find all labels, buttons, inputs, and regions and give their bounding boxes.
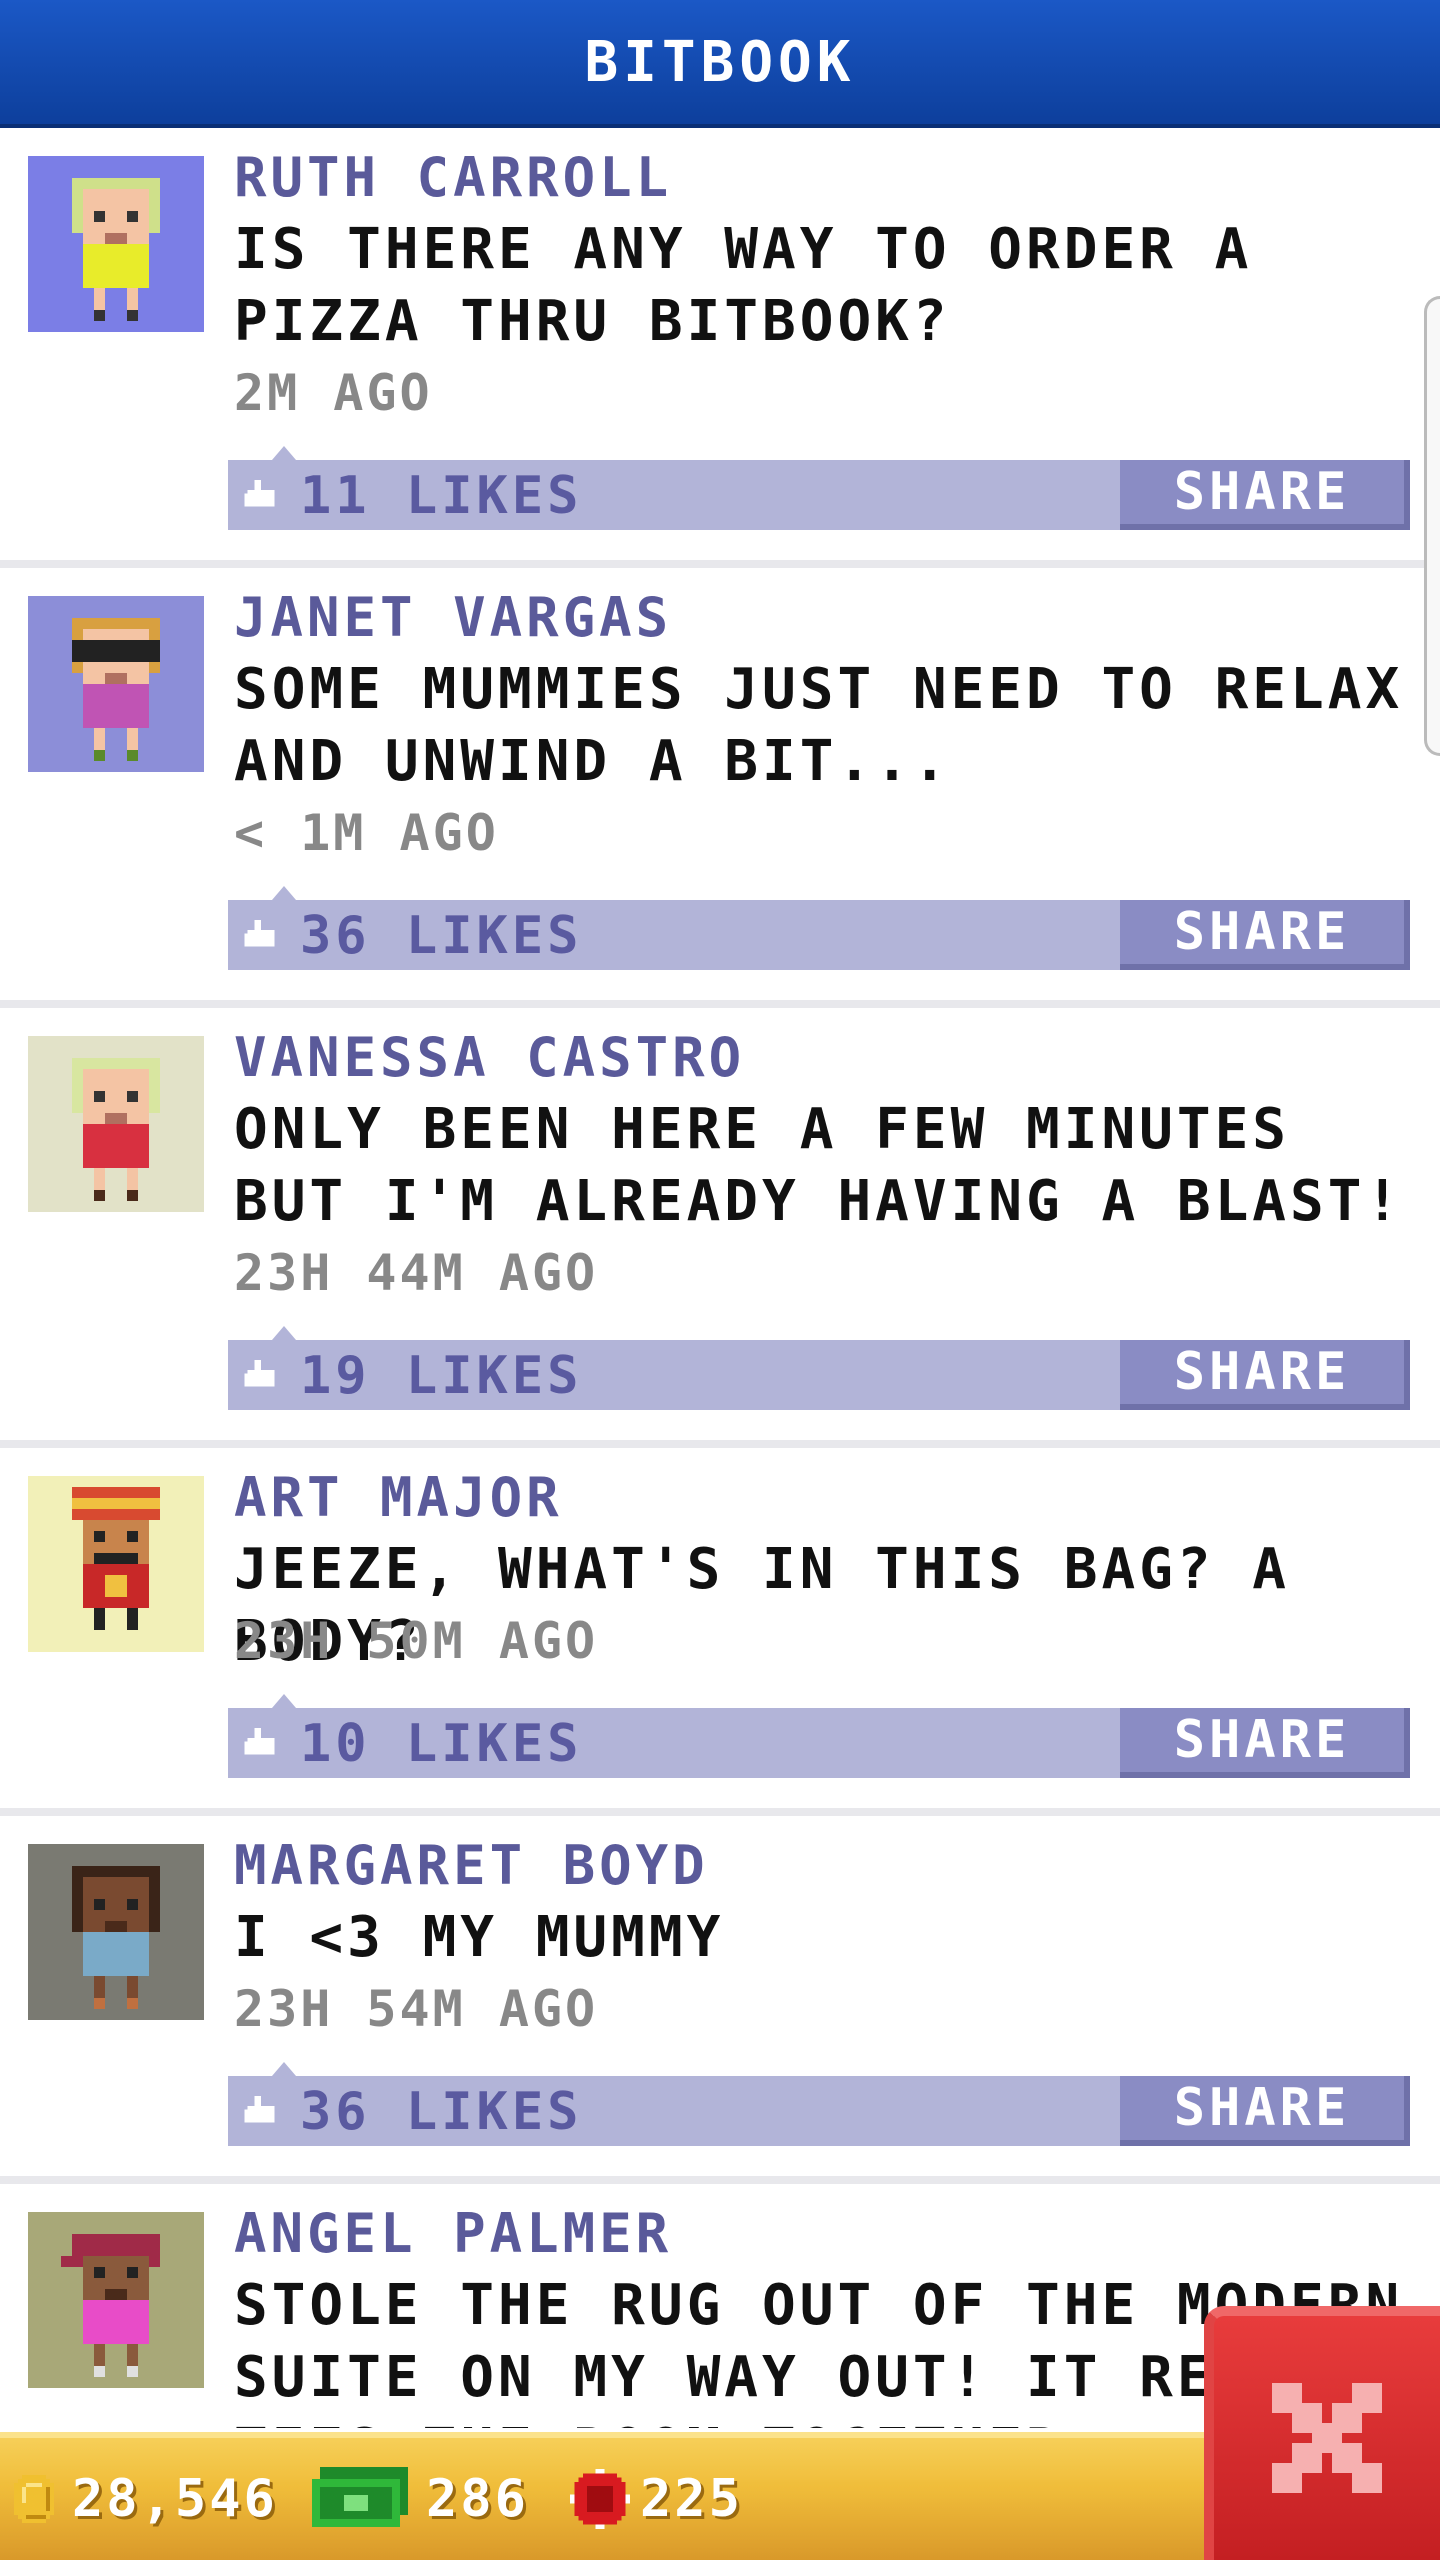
like-count: 10 LIKES: [300, 1714, 583, 1774]
bux-count: 286: [426, 2469, 529, 2529]
post-item: VANESSA CASTRO ONLY BEEN HERE A FEW MINU…: [0, 1008, 1440, 1448]
post-author[interactable]: MARGARET BOYD: [234, 1834, 709, 1897]
coins-stat: 28,546: [6, 2438, 278, 2560]
avatar[interactable]: [28, 1036, 204, 1212]
bux-icon: [312, 2467, 408, 2527]
app-title: BITBOOK: [584, 29, 856, 95]
post-time: 23H 44M AGO: [234, 1244, 599, 1302]
share-button[interactable]: SHARE: [1120, 460, 1410, 530]
post-item: ART MAJOR JEEZE, WHAT'S IN THIS BAG? A B…: [0, 1448, 1440, 1816]
post-author[interactable]: ART MAJOR: [234, 1466, 563, 1529]
like-bar: 19 LIKES SHARE: [228, 1326, 1410, 1410]
avatar[interactable]: [28, 2212, 204, 2388]
post-time: < 1M AGO: [234, 804, 499, 862]
thumbs-up-icon[interactable]: [244, 1360, 278, 1390]
thumbs-up-icon[interactable]: [244, 480, 278, 510]
thumbs-up-icon[interactable]: [244, 1728, 278, 1758]
post-time: 23H 50M AGO: [234, 1612, 599, 1670]
coin-icon: [14, 2475, 54, 2523]
share-button[interactable]: SHARE: [1120, 1708, 1410, 1778]
post-message: SOME MUMMIES JUST NEED TO RELAX AND UNWI…: [234, 657, 1404, 794]
post-item: JANET VARGAS SOME MUMMIES JUST NEED TO R…: [0, 568, 1440, 1008]
like-bar: 36 LIKES SHARE: [228, 2062, 1410, 2146]
scrollbar[interactable]: [1424, 296, 1440, 756]
share-button[interactable]: SHARE: [1120, 900, 1410, 970]
post-item: MARGARET BOYD I <3 MY MUMMY 23H 54M AGO …: [0, 1816, 1440, 2184]
avatar[interactable]: [28, 1476, 204, 1652]
like-bar: 11 LIKES SHARE: [228, 446, 1410, 530]
share-button[interactable]: SHARE: [1120, 1340, 1410, 1410]
like-bar: 36 LIKES SHARE: [228, 886, 1410, 970]
post-author[interactable]: ANGEL PALMER: [234, 2202, 672, 2265]
like-count: 36 LIKES: [300, 2082, 583, 2142]
like-bar: 10 LIKES SHARE: [228, 1694, 1410, 1778]
share-button[interactable]: SHARE: [1120, 2076, 1410, 2146]
avatar[interactable]: [28, 156, 204, 332]
post-message: I <3 MY MUMMY: [234, 1905, 725, 1970]
like-count: 11 LIKES: [300, 466, 583, 526]
tickets-count: 225: [640, 2469, 743, 2529]
post-item: RUTH CARROLL IS THERE ANY WAY TO ORDER A…: [0, 128, 1440, 568]
post-author[interactable]: RUTH CARROLL: [234, 146, 672, 209]
post-author[interactable]: VANESSA CASTRO: [234, 1026, 745, 1089]
close-icon: [1272, 2383, 1382, 2493]
tickets-stat: 225: [570, 2438, 743, 2560]
like-count: 36 LIKES: [300, 906, 583, 966]
ticket-icon: [570, 2469, 630, 2529]
post-time: 2M AGO: [234, 364, 433, 422]
post-time: 23H 54M AGO: [234, 1980, 599, 2038]
like-count: 19 LIKES: [300, 1346, 583, 1406]
post-message: IS THERE ANY WAY TO ORDER A PIZZA THRU B…: [234, 217, 1253, 354]
bux-stat: 286: [312, 2438, 529, 2560]
thumbs-up-icon[interactable]: [244, 2096, 278, 2126]
thumbs-up-icon[interactable]: [244, 920, 278, 950]
app-header: BITBOOK: [0, 0, 1440, 128]
post-feed[interactable]: RUTH CARROLL IS THERE ANY WAY TO ORDER A…: [0, 128, 1440, 2428]
close-button[interactable]: [1204, 2306, 1440, 2560]
post-message: ONLY BEEN HERE A FEW MINUTES BUT I'M ALR…: [234, 1097, 1404, 1234]
coins-count: 28,546: [72, 2469, 278, 2529]
avatar[interactable]: [28, 596, 204, 772]
post-author[interactable]: JANET VARGAS: [234, 586, 672, 649]
avatar[interactable]: [28, 1844, 204, 2020]
